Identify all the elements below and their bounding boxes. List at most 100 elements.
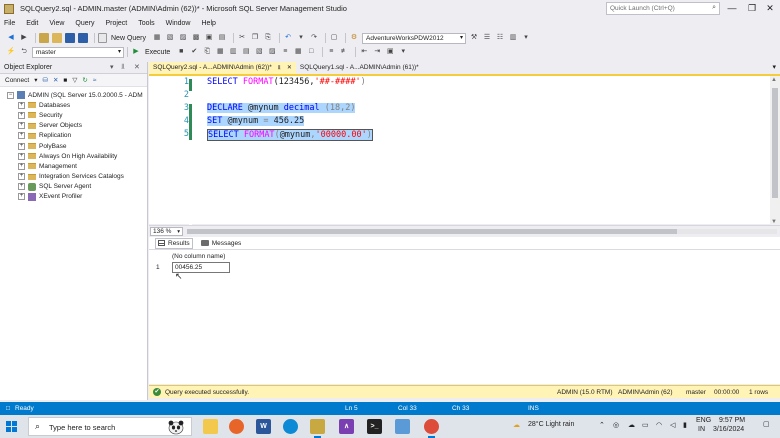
edge-icon[interactable] bbox=[283, 419, 298, 434]
activity-monitor-icon[interactable]: ≈ bbox=[93, 77, 97, 84]
menu-help[interactable]: Help bbox=[202, 20, 216, 27]
column-header[interactable]: (No column name) bbox=[172, 253, 225, 260]
dmx-query-icon[interactable]: ▩ bbox=[191, 33, 201, 43]
paste-icon[interactable]: ⎘ bbox=[263, 33, 273, 43]
expand-icon[interactable]: + bbox=[18, 193, 25, 201]
tab-results[interactable]: Results bbox=[155, 237, 193, 249]
firefox-icon[interactable] bbox=[229, 419, 244, 434]
network-icon[interactable]: ◎ bbox=[613, 421, 619, 429]
expand-icon[interactable]: + bbox=[18, 152, 25, 160]
pin-icon[interactable]: ⫫ bbox=[121, 63, 125, 71]
visual-studio-icon[interactable]: ∧ bbox=[339, 419, 354, 434]
expand-icon[interactable]: + bbox=[18, 162, 25, 170]
properties-icon[interactable]: ☰ bbox=[482, 33, 492, 43]
specify-values-icon[interactable]: ▣ bbox=[385, 47, 395, 57]
tree-node-replication[interactable]: + Replication bbox=[18, 131, 147, 141]
monitor-icon[interactable]: ▭ bbox=[642, 421, 649, 429]
new-project-icon[interactable] bbox=[39, 33, 49, 43]
decrease-indent-icon[interactable]: ⇤ bbox=[359, 47, 369, 57]
volume-icon[interactable]: ◁ bbox=[670, 421, 675, 429]
back-icon[interactable]: ◀ bbox=[6, 33, 16, 43]
open-file-icon[interactable] bbox=[52, 33, 62, 43]
available-databases-select[interactable]: master ▾ bbox=[32, 46, 124, 58]
results-to-grid-icon[interactable]: ▦ bbox=[293, 47, 303, 57]
new-query-icon[interactable] bbox=[98, 33, 107, 43]
tree-node-always-on[interactable]: + Always On High Availability bbox=[18, 151, 147, 161]
windows-start-button[interactable] bbox=[6, 421, 17, 432]
connect-button[interactable]: Connect bbox=[5, 77, 29, 84]
language-indicator[interactable]: ENG bbox=[696, 417, 711, 424]
increase-indent-icon[interactable]: ⇥ bbox=[372, 47, 382, 57]
analysis-query-icon[interactable]: ▧ bbox=[165, 33, 175, 43]
expand-icon[interactable]: + bbox=[18, 122, 25, 130]
notification-icon[interactable]: ▢ bbox=[763, 420, 770, 428]
filter-icon[interactable]: ▽ bbox=[72, 76, 77, 84]
expand-icon[interactable]: + bbox=[18, 142, 25, 150]
connect-dropdown-icon[interactable]: ▾ bbox=[34, 76, 37, 84]
connect-icon[interactable]: ⚡ bbox=[6, 47, 16, 57]
object-icon[interactable]: ▢ bbox=[329, 33, 339, 43]
solution-explorer-icon[interactable]: ☷ bbox=[495, 33, 505, 43]
menu-tools[interactable]: Tools bbox=[138, 20, 154, 27]
maximize-button[interactable]: ❐ bbox=[742, 2, 762, 15]
client-stats-icon[interactable]: ▨ bbox=[267, 47, 277, 57]
wrench-icon[interactable]: ⚒ bbox=[469, 33, 479, 43]
cut-icon[interactable]: ✂ bbox=[237, 33, 247, 43]
query-editor[interactable]: 1 2 3 4 5 SELECT FORMAT(123456,'##-####'… bbox=[149, 74, 780, 226]
quick-launch-input[interactable]: Quick Launch (Ctrl+Q) ⌕ bbox=[606, 2, 720, 15]
app-icon[interactable] bbox=[395, 419, 410, 434]
xmla-query-icon[interactable]: ▣ bbox=[204, 33, 214, 43]
wifi-icon[interactable]: ◠ bbox=[656, 421, 662, 429]
file-explorer-icon[interactable] bbox=[203, 419, 218, 434]
tree-node-server-objects[interactable]: + Server Objects bbox=[18, 121, 147, 131]
database-combo[interactable]: AdventureWorksPDW2012 ▾ bbox=[362, 32, 467, 44]
intellisense-icon[interactable]: ▥ bbox=[228, 47, 238, 57]
clock-date[interactable]: 3/16/2024 bbox=[713, 426, 744, 433]
results-to-file-icon[interactable]: □ bbox=[306, 47, 316, 57]
uncomment-icon[interactable]: ≢ bbox=[339, 47, 349, 57]
tree-node-integration-services[interactable]: + Integration Services Catalogs bbox=[18, 172, 147, 182]
terminal-icon[interactable]: >_ bbox=[367, 419, 382, 434]
tab-sqlquery1[interactable]: SQLQuery1.sql - A...ADMIN\Admin (61))* bbox=[296, 62, 423, 74]
tree-node-xevent-profiler[interactable]: + XEvent Profiler bbox=[18, 192, 147, 202]
toolbox-icon[interactable]: ▥ bbox=[508, 33, 518, 43]
connect-server-icon[interactable]: ⛁ bbox=[42, 76, 47, 84]
dax-query-icon[interactable]: ▤ bbox=[217, 33, 227, 43]
save-icon[interactable] bbox=[65, 33, 75, 43]
menu-project[interactable]: Project bbox=[105, 20, 127, 27]
live-stats-icon[interactable]: ▧ bbox=[254, 47, 264, 57]
ssms-taskbar-icon[interactable] bbox=[310, 419, 325, 438]
zoom-select[interactable]: 136 % ▾ bbox=[150, 227, 183, 236]
close-icon[interactable]: ✕ bbox=[287, 65, 292, 71]
refresh-icon[interactable]: ↻ bbox=[82, 76, 87, 84]
chrome-icon[interactable] bbox=[424, 419, 439, 438]
scroll-up-icon[interactable]: ▲ bbox=[771, 77, 777, 83]
taskbar-search-box[interactable]: ⌕ Type here to search bbox=[28, 417, 192, 436]
undo-dropdown-icon[interactable]: ▾ bbox=[296, 33, 306, 43]
expand-icon[interactable]: + bbox=[18, 132, 25, 140]
tab-messages[interactable]: Messages bbox=[199, 239, 244, 248]
expand-icon[interactable]: + bbox=[18, 183, 25, 191]
expand-icon[interactable]: + bbox=[18, 173, 25, 181]
tree-node-sql-server-agent[interactable]: + SQL Server Agent bbox=[18, 182, 147, 192]
stop-icon[interactable]: ■ bbox=[63, 77, 67, 84]
tree-node-security[interactable]: + Security bbox=[18, 110, 147, 120]
show-hidden-icons-icon[interactable]: ⌃ bbox=[599, 421, 605, 429]
mdx-query-icon[interactable]: ▨ bbox=[178, 33, 188, 43]
tab-list-dropdown-icon[interactable]: ▾ bbox=[772, 63, 776, 71]
query-designer-icon[interactable]: ▦ bbox=[215, 47, 225, 57]
editor-horizontal-scrollbar[interactable] bbox=[187, 229, 777, 234]
db-engine-query-icon[interactable]: ▦ bbox=[152, 33, 162, 43]
tree-node-databases[interactable]: + Databases bbox=[18, 100, 147, 110]
undo-icon[interactable]: ↶ bbox=[283, 33, 293, 43]
menu-window[interactable]: Window bbox=[166, 20, 191, 27]
redo-icon[interactable]: ↷ bbox=[309, 33, 319, 43]
clock-time[interactable]: 9:57 PM bbox=[719, 417, 745, 424]
scrollbar-thumb[interactable] bbox=[772, 88, 778, 198]
dropdown-icon[interactable]: ▾ bbox=[110, 63, 114, 71]
change-connection-icon[interactable]: ⮌ bbox=[19, 47, 29, 57]
region-indicator[interactable]: IN bbox=[698, 426, 705, 433]
editor-vertical-scrollbar[interactable]: ▲ ▼ bbox=[770, 76, 780, 226]
minimize-button[interactable]: — bbox=[722, 2, 742, 15]
parse-icon[interactable]: ✔ bbox=[189, 47, 199, 57]
